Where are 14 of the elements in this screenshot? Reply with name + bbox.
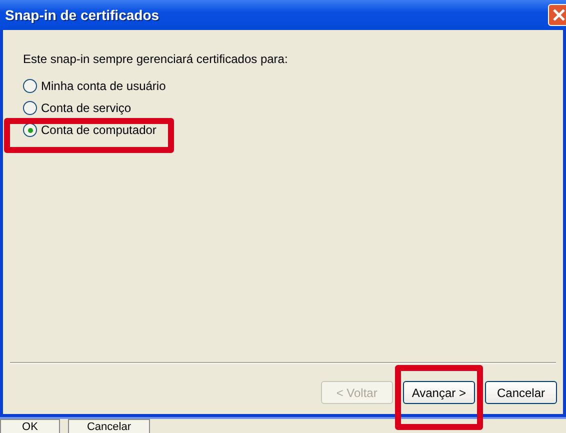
wizard-button[interactable]: Avançar >: [402, 381, 475, 404]
radio-button[interactable]: [23, 79, 37, 93]
window-title: Snap-in de certificados: [4, 7, 160, 23]
close-button[interactable]: [548, 4, 566, 26]
radio-label[interactable]: Conta de computador: [41, 123, 156, 137]
prompt-text: Este snap-in sempre gerenciará certificados para:: [23, 52, 289, 66]
close-icon: [552, 8, 566, 22]
radio-button[interactable]: [23, 123, 37, 137]
radio-label[interactable]: Minha conta de usuário: [41, 79, 166, 93]
background-button[interactable]: OK: [0, 419, 60, 433]
radio-button[interactable]: [23, 101, 37, 115]
background-button[interactable]: Cancelar: [68, 419, 150, 433]
wizard-button[interactable]: Cancelar: [485, 381, 557, 404]
radio-label[interactable]: Conta de serviço: [41, 101, 132, 115]
